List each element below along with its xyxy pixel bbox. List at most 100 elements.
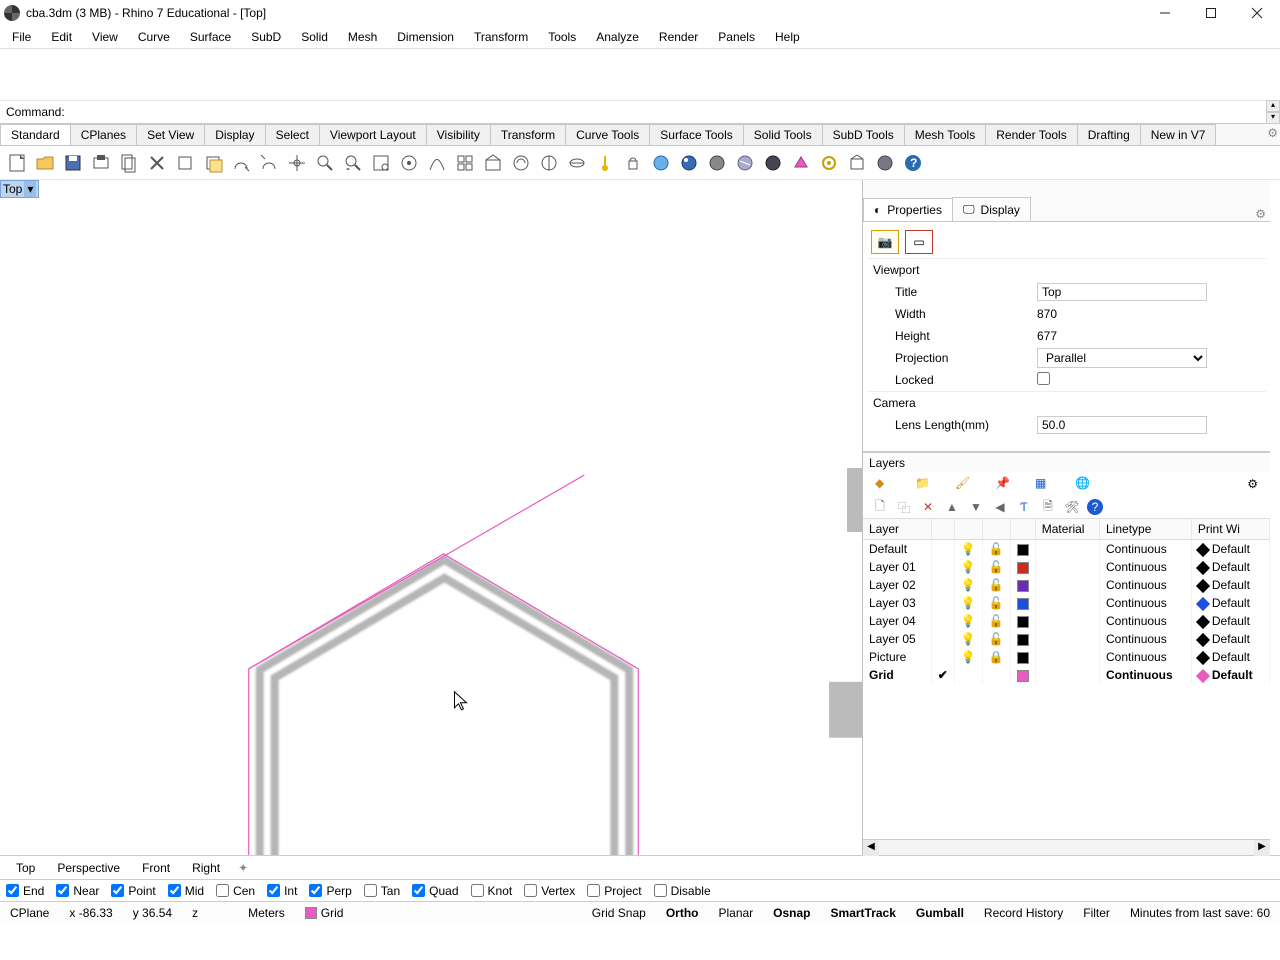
tooltab-new-in-v7[interactable]: New in V7 [1140,124,1217,145]
layer-row-default[interactable]: Default💡🔓ContinuousDefault [863,540,1270,559]
viewtab-add-icon[interactable]: ✦ [232,861,254,875]
panel-gear-icon[interactable]: ⚙ [1255,207,1270,221]
menu-edit[interactable]: Edit [41,28,82,46]
osnap-knot[interactable]: Knot [471,884,513,898]
tooltab-transform[interactable]: Transform [490,124,566,145]
tooltab-viewport-layout[interactable]: Viewport Layout [319,124,427,145]
toolbar-icon-22[interactable] [620,150,646,176]
command-scroll[interactable]: ▴▾ [1266,100,1280,124]
toolbar-icon-14[interactable] [396,150,422,176]
osnap-tan[interactable]: Tan [364,884,400,898]
viewtab-right[interactable]: Right [182,858,230,878]
layer-main-icon[interactable]: ◆ [875,476,891,492]
col-current[interactable] [931,519,954,540]
prop-lens-input[interactable] [1037,416,1207,434]
toolbar-icon-18[interactable] [508,150,534,176]
layer-filter-icon[interactable]: Ƭ [1015,498,1033,516]
layer-row-layer-04[interactable]: Layer 04💡🔓ContinuousDefault [863,612,1270,630]
prop-locked-checkbox[interactable] [1037,372,1050,385]
toolbar-icon-7[interactable] [200,150,226,176]
osnap-project[interactable]: Project [587,884,641,898]
layer-delete-icon[interactable]: ✕ [919,498,937,516]
close-button[interactable] [1234,0,1280,26]
toolbar-icon-32[interactable]: ? [900,150,926,176]
toolbar-icon-5[interactable] [144,150,170,176]
layer-hammer-icon[interactable]: 🛠 [1063,498,1081,516]
layer-folder-icon[interactable]: 📁 [915,476,931,492]
toggle-smarttrack[interactable]: SmartTrack [821,906,906,920]
tooltab-set-view[interactable]: Set View [136,124,205,145]
toolbar-icon-9[interactable] [256,150,282,176]
col-material[interactable]: Material [1035,519,1099,540]
toggle-osnap[interactable]: Osnap [763,906,820,920]
layer-pin-icon[interactable]: 📌 [995,476,1011,492]
toolbar-icon-10[interactable] [284,150,310,176]
layer-new-icon[interactable]: 🗋 [871,498,889,516]
toolbar-icon-15[interactable] [424,150,450,176]
tooltab-visibility[interactable]: Visibility [426,124,491,145]
tooltab-display[interactable]: Display [204,124,265,145]
col-layer[interactable]: Layer [863,519,931,540]
layer-down-icon[interactable]: ▼ [967,498,985,516]
tooltab-solid-tools[interactable]: Solid Tools [743,124,823,145]
menu-render[interactable]: Render [649,28,708,46]
viewtab-front[interactable]: Front [132,858,180,878]
menu-transform[interactable]: Transform [464,28,538,46]
toolbar-icon-1[interactable] [32,150,58,176]
props-viewport-icon[interactable]: 📷 [871,230,899,254]
tooltab-cplanes[interactable]: CPlanes [70,124,137,145]
minimize-button[interactable] [1142,0,1188,26]
viewport-label[interactable]: Top ▾ [0,180,39,198]
layer-window-icon[interactable]: ▦ [1035,476,1051,492]
viewtab-perspective[interactable]: Perspective [47,858,130,878]
toolbar-icon-25[interactable] [704,150,730,176]
tooltabs-gear-icon[interactable]: ⚙ [1267,126,1278,140]
menu-view[interactable]: View [82,28,128,46]
menu-analyze[interactable]: Analyze [586,28,649,46]
osnap-point[interactable]: Point [111,884,155,898]
toolbar-icon-11[interactable] [312,150,338,176]
tooltab-render-tools[interactable]: Render Tools [985,124,1078,145]
tab-display[interactable]: 🖵 Display [952,197,1031,221]
menu-subd[interactable]: SubD [241,28,291,46]
osnap-near[interactable]: Near [56,884,99,898]
menu-help[interactable]: Help [765,28,810,46]
hscroll-right-icon[interactable]: ▶ [1254,840,1270,856]
toolbar-icon-2[interactable] [60,150,86,176]
layer-row-layer-01[interactable]: Layer 01💡🔓ContinuousDefault [863,558,1270,576]
menu-dimension[interactable]: Dimension [387,28,464,46]
layer-up-icon[interactable]: ▲ [943,498,961,516]
toolbar-icon-30[interactable] [844,150,870,176]
tooltab-subd-tools[interactable]: SubD Tools [822,124,905,145]
toolbar-icon-31[interactable] [872,150,898,176]
col-printwidth[interactable]: Print Wi [1191,519,1269,540]
osnap-mid[interactable]: Mid [168,884,204,898]
osnap-end[interactable]: End [6,884,44,898]
toolbar-icon-12[interactable]: - [340,150,366,176]
col-color[interactable] [1010,519,1035,540]
toolbar-icon-0[interactable] [4,150,30,176]
layer-left-icon[interactable]: ◀ [991,498,1009,516]
toolbar-icon-19[interactable] [536,150,562,176]
toolbar-icon-28[interactable] [788,150,814,176]
toggle-ortho[interactable]: Ortho [656,906,709,920]
tooltab-drafting[interactable]: Drafting [1077,124,1141,145]
layer-paint-icon[interactable]: 🖌 [955,476,971,492]
layer-row-picture[interactable]: Picture💡🔒ContinuousDefault [863,648,1270,666]
command-history[interactable] [0,48,1280,100]
command-input[interactable] [65,105,1266,119]
layers-hscroll[interactable]: ◀ ▶ [863,839,1270,855]
menu-tools[interactable]: Tools [538,28,586,46]
toolbar-icon-8[interactable] [228,150,254,176]
prop-projection-select[interactable]: Parallel [1037,348,1207,368]
toggle-record-history[interactable]: Record History [974,906,1073,920]
col-linetype[interactable]: Linetype [1100,519,1192,540]
layer-row-layer-02[interactable]: Layer 02💡🔓ContinuousDefault [863,576,1270,594]
tooltab-mesh-tools[interactable]: Mesh Tools [904,124,986,145]
status-layer[interactable]: Grid [295,906,354,920]
osnap-disable[interactable]: Disable [654,884,711,898]
layer-copy-icon[interactable]: ⿻ [895,498,913,516]
osnap-perp[interactable]: Perp [309,884,351,898]
tooltab-curve-tools[interactable]: Curve Tools [565,124,650,145]
hscroll-left-icon[interactable]: ◀ [863,840,879,856]
